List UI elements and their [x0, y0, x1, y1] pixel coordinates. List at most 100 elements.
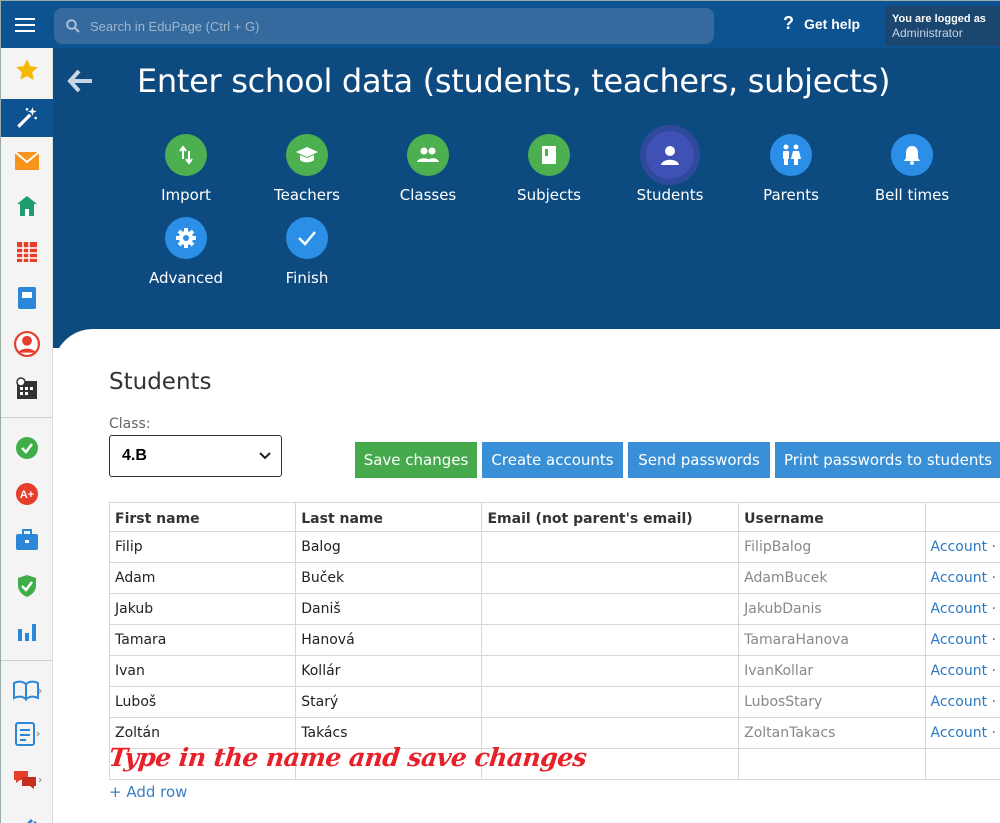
table-row: Luboš Starý LubosStary Account ·	[108, 686, 1000, 718]
username-cell[interactable]: AdamBucek	[738, 562, 926, 594]
last-name-cell[interactable]: Starý	[295, 686, 483, 718]
table-row: Ivan Kollár IvanKollar Account ·	[108, 655, 1000, 687]
new-account-cell	[924, 748, 1000, 780]
notebook-icon[interactable]	[1, 280, 53, 316]
email-cell[interactable]	[481, 562, 740, 594]
add-row-link[interactable]: + Add row	[109, 783, 187, 801]
new-username-cell[interactable]	[738, 748, 926, 780]
step-finish[interactable]: Finish	[257, 217, 357, 287]
page-title: Enter school data (students, teachers, s…	[137, 62, 891, 100]
email-cell[interactable]	[481, 686, 740, 718]
account-link[interactable]: Account ·	[924, 562, 1000, 594]
email-cell[interactable]	[481, 593, 740, 625]
account-link[interactable]: Account ·	[924, 624, 1000, 656]
user-icon[interactable]	[1, 326, 53, 362]
username-cell[interactable]: FilipBalog	[738, 531, 926, 563]
class-select[interactable]: 4.B	[109, 435, 282, 477]
bell-icon	[891, 134, 933, 176]
first-name-cell[interactable]: Luboš	[108, 686, 297, 718]
school-icon[interactable]	[1, 188, 53, 224]
top-bar: ? Get help You are logged as Administrat…	[1, 1, 1000, 48]
step-label: Import	[161, 186, 211, 204]
step-subjects[interactable]: Subjects	[499, 134, 599, 204]
send-passwords-button[interactable]: Send passwords	[628, 442, 770, 478]
first-name-cell[interactable]: Tamara	[108, 624, 297, 656]
timetable-icon[interactable]	[1, 234, 53, 270]
wizard-header: Enter school data (students, teachers, s…	[53, 48, 1000, 348]
gear-icon	[165, 217, 207, 259]
account-link[interactable]: Account ·	[924, 531, 1000, 563]
last-name-cell[interactable]: Kollár	[295, 655, 483, 687]
chat-icon[interactable]	[1, 762, 53, 798]
account-link[interactable]: Account ·	[924, 686, 1000, 718]
column-header: First name	[108, 502, 297, 532]
search-input[interactable]	[90, 18, 650, 34]
grade-icon[interactable]: A+	[1, 476, 53, 512]
table-row: Filip Balog FilipBalog Account ·	[108, 531, 1000, 563]
last-name-cell[interactable]: Daniš	[295, 593, 483, 625]
hamburger-menu-icon[interactable]	[1, 1, 48, 48]
email-cell[interactable]	[481, 655, 740, 687]
first-name-cell[interactable]: Jakub	[108, 593, 297, 625]
user-status-label: You are logged as	[892, 13, 986, 25]
envelope-icon[interactable]	[1, 143, 53, 179]
briefcase-icon[interactable]	[1, 522, 53, 558]
account-link[interactable]: Account ·	[924, 593, 1000, 625]
column-header: Last name	[295, 502, 483, 532]
calendar-icon[interactable]	[1, 371, 53, 407]
star-icon[interactable]	[1, 52, 53, 88]
save-changes-button[interactable]: Save changes	[355, 442, 477, 478]
account-link[interactable]: Account ·	[924, 717, 1000, 749]
username-cell[interactable]: ZoltanTakacs	[738, 717, 926, 749]
first-name-cell[interactable]: Filip	[108, 531, 297, 563]
class-select-value: 4.B	[122, 447, 147, 464]
step-bell-times[interactable]: Bell times	[862, 134, 962, 204]
account-link[interactable]: Account ·	[924, 655, 1000, 687]
step-label: Bell times	[874, 186, 950, 204]
search-box[interactable]	[54, 8, 714, 44]
check-badge-icon[interactable]	[1, 430, 53, 466]
first-name-cell[interactable]: Ivan	[108, 655, 297, 687]
step-label: Teachers	[274, 186, 340, 204]
username-cell[interactable]: TamaraHanova	[738, 624, 926, 656]
username-cell[interactable]: IvanKollar	[738, 655, 926, 687]
table-row: Jakub Daniš JakubDanis Account ·	[108, 593, 1000, 625]
step-students[interactable]: Students	[620, 131, 720, 204]
chevron-down-icon	[259, 452, 271, 460]
magic-wand-icon[interactable]	[1, 99, 53, 137]
last-name-cell[interactable]: Hanová	[295, 624, 483, 656]
parents-icon	[770, 134, 812, 176]
step-label: Classes	[399, 186, 457, 204]
username-cell[interactable]: JakubDanis	[738, 593, 926, 625]
last-name-cell[interactable]: Buček	[295, 562, 483, 594]
table-row: Tamara Hanová TamaraHanova Account ·	[108, 624, 1000, 656]
username-cell[interactable]: LubosStary	[738, 686, 926, 718]
user-box[interactable]: You are logged as Administrator	[885, 6, 1000, 46]
create-accounts-button[interactable]: Create accounts	[482, 442, 623, 478]
step-parents[interactable]: Parents	[741, 134, 841, 204]
step-advanced[interactable]: Advanced	[136, 217, 236, 287]
first-name-cell[interactable]: Adam	[108, 562, 297, 594]
get-help-button[interactable]: ? Get help	[783, 13, 860, 34]
main-panel: Students Class: 4.B Save changes Create …	[53, 329, 1000, 823]
print-passwords-button[interactable]: Print passwords to students	[775, 442, 1000, 478]
step-classes[interactable]: Classes	[378, 134, 478, 204]
section-title: Students	[109, 369, 212, 395]
step-import[interactable]: Import	[136, 134, 236, 204]
step-label: Subjects	[517, 186, 581, 204]
document-icon[interactable]	[1, 716, 53, 752]
book-icon[interactable]	[1, 672, 53, 708]
email-cell[interactable]	[481, 531, 740, 563]
back-arrow-icon[interactable]	[65, 66, 95, 96]
email-cell[interactable]	[481, 624, 740, 656]
pencil-icon[interactable]	[1, 806, 53, 823]
table-row: Adam Buček AdamBucek Account ·	[108, 562, 1000, 594]
shield-icon[interactable]	[1, 568, 53, 604]
column-header: Username	[738, 502, 926, 532]
last-name-cell[interactable]: Balog	[295, 531, 483, 563]
class-label: Class:	[109, 416, 151, 432]
step-label: Parents	[763, 186, 819, 204]
step-label: Students	[636, 186, 704, 204]
bar-chart-icon[interactable]	[1, 614, 53, 650]
step-teachers[interactable]: Teachers	[257, 134, 357, 204]
